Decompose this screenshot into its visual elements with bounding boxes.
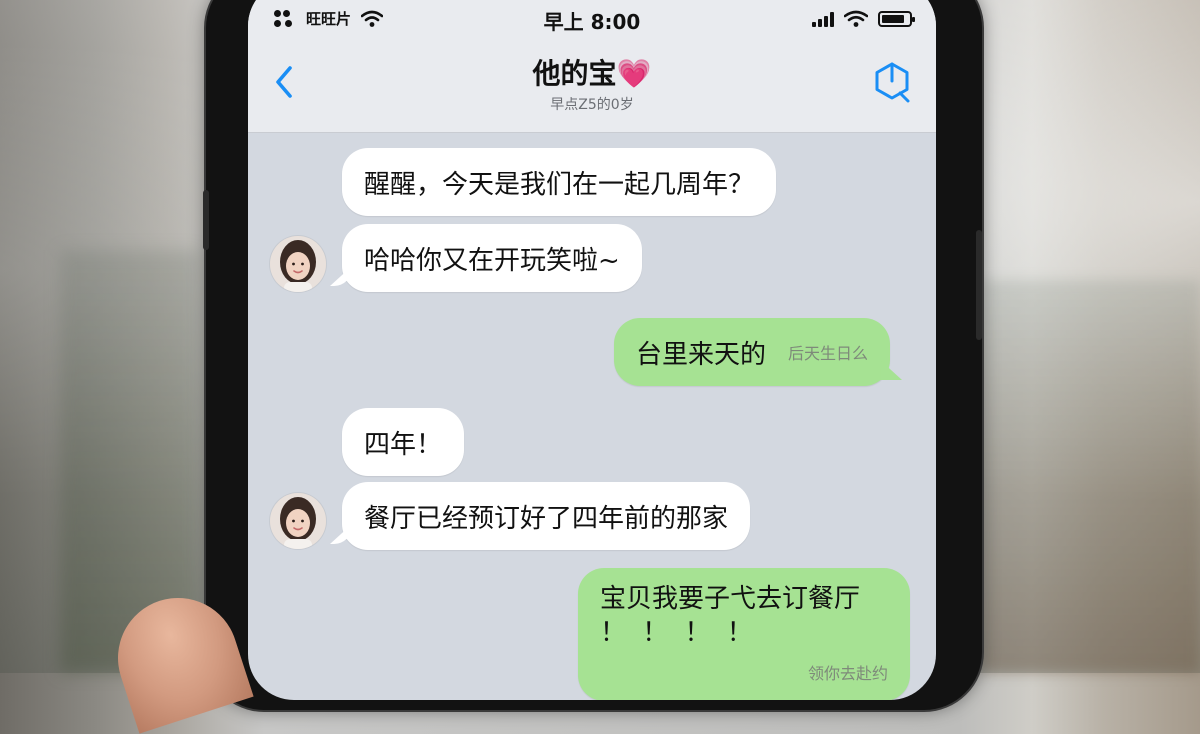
message-outgoing: 宝贝我要子弋去订餐厅 ！ ！ ！ ！ 领你去赴约 — [578, 568, 910, 700]
message-incoming: 哈哈你又在开玩笑啦~ — [342, 224, 642, 292]
header: 旺旺片 早上 8:00 他的宝💗 早点Z5的0岁 — [248, 0, 936, 133]
phone-screen: 旺旺片 早上 8:00 他的宝💗 早点Z5的0岁 醒醒，今天是我们在一起几周年？… — [248, 0, 936, 700]
call-button[interactable] — [870, 60, 914, 104]
phone-side-button — [976, 230, 982, 340]
message-outgoing: 台里来天的 后天生日么 — [614, 318, 891, 386]
message-text: 台里来天的 — [636, 339, 767, 370]
battery-fill — [882, 15, 904, 23]
message-status: 后天生日么 — [788, 344, 869, 363]
message-text: 宝贝我要子弋去订餐厅 — [600, 584, 861, 614]
wifi-icon — [844, 10, 868, 27]
message-incoming: 四年！ — [342, 408, 465, 476]
avatar-face — [270, 236, 326, 292]
battery-icon — [878, 11, 915, 27]
status-right — [812, 10, 915, 28]
phone-side-button — [203, 190, 209, 250]
avatar-face — [270, 493, 326, 549]
message-text: 餐厅已经预订好了四年前的那家 — [364, 503, 729, 534]
message-text: 醒醒，今天是我们在一起几周年？ — [364, 169, 755, 200]
signal-icon — [812, 11, 834, 27]
message-text: 哈哈你又在开玩笑啦~ — [364, 245, 620, 276]
call-icon — [875, 62, 910, 103]
avatar — [270, 493, 326, 549]
message-status: 领你去赴约 — [807, 664, 888, 683]
message-incoming: 醒醒，今天是我们在一起几周年？ — [342, 148, 777, 216]
chat-subtitle: 早点Z5的0岁 — [550, 97, 634, 113]
message-text-line2: ！ ！ ！ ！ — [600, 618, 757, 648]
chat-title: 他的宝💗 — [248, 52, 936, 92]
message-text: 四年！ — [364, 429, 443, 460]
background-blur-right — [980, 280, 1200, 673]
message-incoming: 餐厅已经预订好了四年前的那家 — [342, 482, 751, 550]
heart-icon: 💗 — [616, 57, 652, 90]
chat-title-text: 他的宝 — [532, 57, 617, 90]
avatar — [270, 236, 326, 292]
